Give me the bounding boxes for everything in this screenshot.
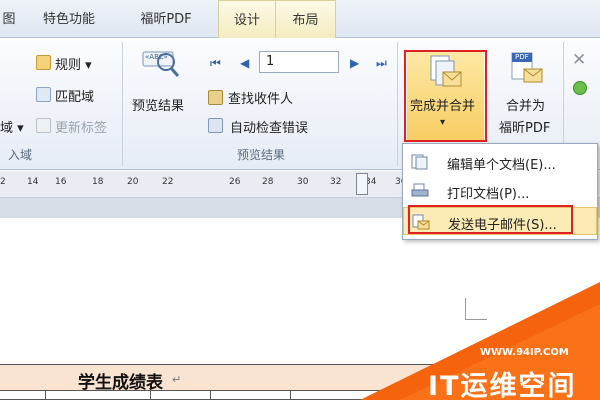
merge-pdf-label-line2[interactable]: 福昕PDF xyxy=(499,117,550,136)
find-recipient-button[interactable]: 查找收件人 xyxy=(228,88,293,107)
green-status-icon[interactable] xyxy=(573,81,587,95)
tab-design[interactable]: 设计 xyxy=(218,0,276,38)
update-labels-icon xyxy=(36,118,51,133)
match-fields-button[interactable]: 匹配域 xyxy=(55,86,94,105)
ruler-tick: 26 xyxy=(229,177,241,187)
group-label-preview-results: 预览结果 xyxy=(236,148,285,162)
menu-item-label: 编辑单个文档(E)... xyxy=(447,158,556,173)
record-number-value: 1 xyxy=(266,54,275,69)
watermark: WWW.94IP.COM IT运维空间 xyxy=(360,282,600,400)
rules-icon xyxy=(36,55,51,70)
tab-special-features[interactable]: 特色功能 xyxy=(30,0,108,38)
tab-partial[interactable]: 图 xyxy=(0,0,18,38)
send-email-highlight xyxy=(408,205,573,234)
ruler-tick: 14 xyxy=(27,177,39,187)
tab-layout[interactable]: 布局 xyxy=(276,0,336,38)
next-record-icon[interactable]: ▶ xyxy=(350,56,359,70)
ruler-tick: 20 xyxy=(127,177,139,187)
preview-results-button[interactable]: 预览结果 xyxy=(132,95,184,114)
auto-check-errors-icon xyxy=(208,118,223,133)
ruler-tick: 22 xyxy=(162,177,174,187)
table-title: 学生成绩表 xyxy=(78,373,163,393)
close-x-icon[interactable]: ✕ xyxy=(572,50,586,70)
ruler-tick: 2 xyxy=(0,177,6,187)
preview-results-icon: «ABC» xyxy=(142,46,182,82)
update-labels-button: 更新标签 xyxy=(55,121,108,136)
watermark-url: WWW.94IP.COM xyxy=(480,347,569,358)
tab-foxit-pdf[interactable]: 福昕PDF xyxy=(126,0,206,38)
pdf-badge: PDF xyxy=(515,53,529,61)
ruler-tick: 32 xyxy=(330,177,342,187)
previous-record-icon[interactable]: ◀ xyxy=(240,56,249,70)
ruler-indent-marker[interactable] xyxy=(356,173,368,195)
watermark-brand: IT运维空间 xyxy=(428,371,577,400)
find-recipient-icon xyxy=(208,90,223,105)
ruler-tick: 18 xyxy=(92,177,104,187)
merge-pdf-label-line1[interactable]: 合并为 xyxy=(506,95,545,114)
first-record-icon[interactable]: ⏮ xyxy=(210,56,221,71)
ribbon-tab-bar: 图 特色功能 福昕PDF 设计 布局 xyxy=(0,0,600,38)
finish-merge-highlight xyxy=(404,50,487,142)
ruler-tick: 30 xyxy=(297,177,309,187)
insert-field-dropdown[interactable]: 域 ▾ xyxy=(0,117,24,136)
paragraph-mark: ↵ xyxy=(172,373,182,386)
match-fields-icon xyxy=(36,87,51,102)
menu-item-print-documents[interactable]: 打印文档(P)... xyxy=(403,177,597,205)
group-divider xyxy=(122,42,123,166)
menu-item-label: 打印文档(P)... xyxy=(447,187,530,202)
abc-badge: «ABC» xyxy=(145,53,168,61)
ruler-tick: 16 xyxy=(55,177,67,187)
group-divider xyxy=(397,42,398,166)
rules-button[interactable]: 规则 ▾ xyxy=(55,54,92,73)
group-label-insert-fields: 入域 xyxy=(7,148,32,162)
edit-documents-icon xyxy=(411,154,428,170)
auto-check-errors-button[interactable]: 自动检查错误 xyxy=(230,117,308,136)
menu-item-edit-documents[interactable]: 编辑单个文档(E)... xyxy=(403,148,597,176)
record-number-input[interactable]: 1 xyxy=(259,51,339,73)
last-record-icon[interactable]: ⏭ xyxy=(376,56,387,71)
print-documents-icon xyxy=(411,183,429,197)
ruler-tick: 28 xyxy=(262,177,274,187)
